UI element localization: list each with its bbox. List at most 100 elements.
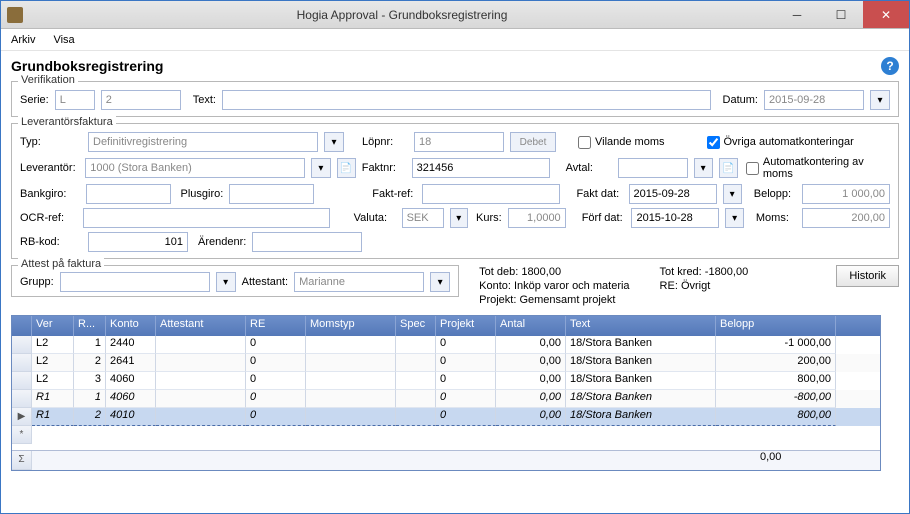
belopp-label: Belopp: xyxy=(754,188,796,200)
summary-col2: Tot kred: -1800,00 RE: Övrigt xyxy=(660,265,749,293)
faktdat-input[interactable] xyxy=(629,184,717,204)
faktnr-label: Faktnr: xyxy=(362,162,406,174)
plusgiro-input[interactable] xyxy=(229,184,314,204)
attest-legend: Attest på faktura xyxy=(18,258,104,270)
faktdat-dropdown-icon[interactable]: ▾ xyxy=(723,184,742,204)
faktref-input[interactable] xyxy=(422,184,560,204)
leverantor-input[interactable] xyxy=(85,158,305,178)
serie-input[interactable] xyxy=(55,90,95,110)
datum-label: Datum: xyxy=(723,94,758,106)
attest-group: Attest på faktura Grupp: ▾ Attestant: ▾ xyxy=(11,265,459,297)
attestant-input[interactable] xyxy=(294,272,424,292)
verifikation-group: Verifikation Serie: Text: Datum: ▾ xyxy=(11,81,899,117)
avtal-label: Avtal: xyxy=(566,162,612,174)
forfdat-dropdown-icon[interactable]: ▾ xyxy=(725,208,743,228)
col-konto[interactable]: Konto xyxy=(106,316,156,336)
leverantor-label: Leverantör: xyxy=(20,162,79,174)
close-button[interactable]: ✕ xyxy=(863,1,909,28)
attestant-dropdown-icon[interactable]: ▾ xyxy=(430,272,450,292)
table-row[interactable]: R114060000,0018/Stora Banken-800,00 xyxy=(12,390,880,408)
belopp-input[interactable] xyxy=(802,184,890,204)
col-r[interactable]: R... xyxy=(74,316,106,336)
typ-input[interactable] xyxy=(88,132,318,152)
avtal-dropdown-icon[interactable]: ▾ xyxy=(694,158,713,178)
ocr-input[interactable] xyxy=(83,208,330,228)
col-belopp[interactable]: Belopp xyxy=(716,316,836,336)
table-row[interactable]: L234060000,0018/Stora Banken800,00 xyxy=(12,372,880,390)
leverantor-dropdown-icon[interactable]: ▾ xyxy=(311,158,330,178)
moms-label: Moms: xyxy=(756,212,796,224)
col-momstyp[interactable]: Momstyp xyxy=(306,316,396,336)
text-label: Text: xyxy=(193,94,216,106)
arendenr-input[interactable] xyxy=(252,232,362,252)
help-icon[interactable]: ? xyxy=(881,57,899,75)
sum-icon: Σ xyxy=(12,451,32,470)
attestant-label: Attestant: xyxy=(242,276,288,288)
arendenr-label: Ärendenr: xyxy=(198,236,246,248)
summary-col1: Tot deb: 1800,00 Konto: Inköp varor och … xyxy=(479,265,629,307)
auto-moms-checkbox[interactable]: Automatkontering av moms xyxy=(746,156,890,180)
rbkod-input[interactable] xyxy=(88,232,188,252)
leverantor-info-icon[interactable]: 📄 xyxy=(337,158,356,178)
grupp-input[interactable] xyxy=(60,272,210,292)
bankgiro-input[interactable] xyxy=(86,184,171,204)
serie-label: Serie: xyxy=(20,94,49,106)
datum-dropdown-icon[interactable]: ▾ xyxy=(870,90,890,110)
menu-arkiv[interactable]: Arkiv xyxy=(11,34,35,46)
table-row[interactable]: ▶R124010000,0018/Stora Banken800,00 xyxy=(12,408,880,426)
summary-re: RE: Övrigt xyxy=(660,279,749,293)
table-row[interactable]: L212440000,0018/Stora Banken-1 000,00 xyxy=(12,336,880,354)
bankgiro-label: Bankgiro: xyxy=(20,188,80,200)
ocr-label: OCR-ref: xyxy=(20,212,77,224)
grid-new-row[interactable]: * xyxy=(12,426,880,444)
datum-input[interactable] xyxy=(764,90,864,110)
col-antal[interactable]: Antal xyxy=(496,316,566,336)
valuta-input[interactable] xyxy=(402,208,444,228)
faktref-label: Fakt-ref: xyxy=(372,188,416,200)
faktdat-label: Fakt dat: xyxy=(576,188,622,200)
grid-sum-row: Σ 0,00 xyxy=(12,450,880,470)
grid-header: Ver R... Konto Attestant RE Momstyp Spec… xyxy=(12,316,880,336)
table-row[interactable]: L222641000,0018/Stora Banken200,00 xyxy=(12,354,880,372)
summary-totkred: Tot kred: -1800,00 xyxy=(660,265,749,279)
historik-button[interactable]: Historik xyxy=(836,265,899,287)
verifikation-legend: Verifikation xyxy=(18,74,78,86)
lopnr-input[interactable] xyxy=(414,132,504,152)
window-title: Hogia Approval - Grundboksregistrering xyxy=(29,8,775,22)
summary-projekt: Projekt: Gemensamt projekt xyxy=(479,293,629,307)
avtal-info-icon[interactable]: 📄 xyxy=(719,158,738,178)
col-attestant[interactable]: Attestant xyxy=(156,316,246,336)
ovriga-auto-checkbox[interactable]: Övriga automatkonteringar xyxy=(707,136,854,149)
moms-input[interactable] xyxy=(802,208,890,228)
text-input[interactable] xyxy=(222,90,711,110)
kurs-label: Kurs: xyxy=(476,212,502,224)
sum-belopp: 0,00 xyxy=(760,451,880,470)
maximize-button[interactable]: ☐ xyxy=(819,1,863,28)
typ-dropdown-icon[interactable]: ▾ xyxy=(324,132,344,152)
minimize-button[interactable]: ─ xyxy=(775,1,819,28)
forfdat-label: Förf dat: xyxy=(582,212,626,224)
forfdat-input[interactable] xyxy=(631,208,719,228)
page-title: Grundboksregistrering xyxy=(11,58,163,74)
col-re[interactable]: RE xyxy=(246,316,306,336)
menu-visa[interactable]: Visa xyxy=(53,34,74,46)
serie-nr-input[interactable] xyxy=(101,90,181,110)
menubar: Arkiv Visa xyxy=(1,29,909,51)
kurs-input[interactable] xyxy=(508,208,566,228)
vilande-moms-checkbox[interactable]: Vilande moms xyxy=(578,136,665,149)
plusgiro-label: Plusgiro: xyxy=(181,188,224,200)
faktnr-input[interactable] xyxy=(412,158,550,178)
valuta-dropdown-icon[interactable]: ▾ xyxy=(450,208,468,228)
avtal-input[interactable] xyxy=(618,158,688,178)
typ-label: Typ: xyxy=(20,136,82,148)
grupp-dropdown-icon[interactable]: ▾ xyxy=(216,272,236,292)
entries-grid: Ver R... Konto Attestant RE Momstyp Spec… xyxy=(11,315,881,471)
grupp-label: Grupp: xyxy=(20,276,54,288)
col-text[interactable]: Text xyxy=(566,316,716,336)
col-projekt[interactable]: Projekt xyxy=(436,316,496,336)
col-spec[interactable]: Spec xyxy=(396,316,436,336)
col-ver[interactable]: Ver xyxy=(32,316,74,336)
summary-totdeb: Tot deb: 1800,00 xyxy=(479,265,629,279)
window-titlebar: Hogia Approval - Grundboksregistrering ─… xyxy=(1,1,909,29)
debet-button[interactable]: Debet xyxy=(510,132,556,152)
